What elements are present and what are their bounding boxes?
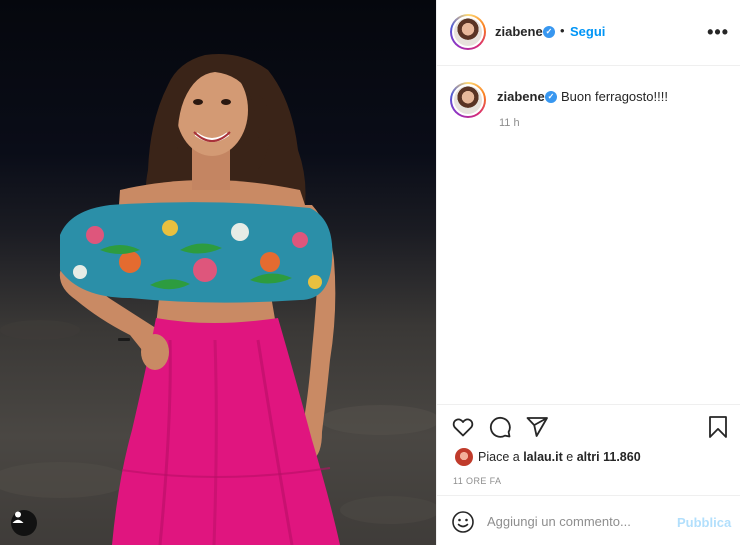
likes-middle: e (566, 450, 574, 464)
smiley-icon[interactable] (451, 510, 475, 534)
author-avatar[interactable] (450, 14, 486, 50)
caption-verified-badge-icon: ✓ (545, 91, 557, 103)
caption-time[interactable]: 11 h (499, 117, 520, 129)
paper-plane-icon[interactable] (525, 415, 549, 439)
user-tag-icon[interactable] (11, 510, 37, 536)
liker-avatar[interactable] (455, 448, 473, 466)
liker-username[interactable]: lalau.it (523, 450, 563, 464)
photo-illustration (0, 54, 436, 545)
likes-others-link[interactable]: altri 11.860 (577, 450, 641, 464)
post-sidebar: ziabene ✓ • Segui ••• ziabene ✓ Buon fer… (436, 0, 740, 545)
verified-badge-icon: ✓ (543, 26, 555, 38)
separator-dot: • (560, 23, 565, 38)
bookmark-icon[interactable] (706, 415, 730, 439)
comment-bar: Pubblica (437, 495, 740, 545)
post-header: ziabene ✓ • Segui ••• (437, 0, 740, 66)
publish-button[interactable]: Pubblica (677, 515, 731, 530)
author-username[interactable]: ziabene (495, 24, 543, 39)
likes-summary: Piace a lalau.it e altri 11.860 (478, 450, 641, 464)
comment-input[interactable] (487, 510, 667, 532)
actions-divider (437, 404, 740, 405)
post-timestamp[interactable]: 11 ORE FA (453, 476, 501, 486)
caption-username[interactable]: ziabene (497, 89, 545, 104)
follow-button[interactable]: Segui (570, 24, 605, 39)
caption-avatar[interactable] (450, 82, 486, 118)
heart-icon[interactable] (451, 415, 475, 439)
likes-prefix: Piace a (478, 450, 520, 464)
caption-text: Buon ferragosto!!!! (561, 89, 668, 104)
comment-icon[interactable] (488, 415, 512, 439)
post-photo[interactable] (0, 0, 436, 545)
more-options-icon[interactable]: ••• (707, 22, 729, 43)
